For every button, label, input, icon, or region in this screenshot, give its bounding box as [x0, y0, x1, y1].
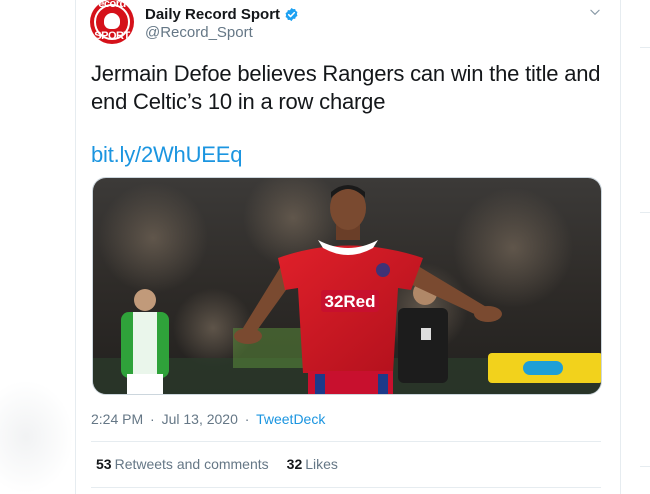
- stats-divider: [91, 487, 601, 488]
- footballer-celebrating-image: 32Red: [93, 178, 601, 394]
- tweet-link[interactable]: bit.ly/2WhUEEq: [91, 141, 242, 169]
- meta-divider: [91, 441, 601, 442]
- tweet-card: ecord SPORT Daily Record Sport @Record_S…: [76, 0, 620, 494]
- tweet-date[interactable]: Jul 13, 2020: [162, 411, 238, 427]
- chevron-down-icon[interactable]: [588, 5, 602, 19]
- verified-badge-icon: [285, 7, 298, 22]
- author-name-row[interactable]: Daily Record Sport: [145, 6, 299, 23]
- background-smudge: [0, 380, 74, 494]
- lion-crest-icon: [104, 13, 120, 29]
- sidebar-divider: [640, 466, 650, 467]
- likes-count: 32: [286, 456, 303, 472]
- meta-separator: ·: [150, 411, 155, 427]
- retweets-label: Retweets and comments: [114, 456, 269, 472]
- sidebar-divider: [640, 47, 650, 48]
- tweet-time[interactable]: 2:24 PM: [91, 411, 143, 427]
- likes-label: Likes: [305, 456, 338, 472]
- shirt-sponsor-text: 32Red: [324, 292, 375, 311]
- display-name[interactable]: Daily Record Sport: [145, 6, 280, 23]
- retweets-count: 53: [96, 456, 112, 472]
- tweet-meta: 2:24 PM · Jul 13, 2020 · TweetDeck: [91, 411, 325, 427]
- avatar[interactable]: ecord SPORT: [90, 0, 134, 44]
- sidebar-divider: [640, 212, 650, 213]
- avatar-text-top: ecord: [98, 0, 126, 10]
- account-handle[interactable]: @Record_Sport: [145, 24, 253, 41]
- meta-separator: ·: [244, 411, 250, 427]
- likes-stat[interactable]: 32 Likes: [287, 456, 338, 472]
- tweet-source-link[interactable]: TweetDeck: [256, 411, 325, 427]
- avatar-text-bottom: SPORT: [94, 30, 130, 42]
- timeline-right-border: [620, 0, 621, 494]
- tweet-photo[interactable]: 32Red: [92, 177, 602, 395]
- engagement-stats: 53 Retweets and comments 32 Likes: [96, 456, 356, 472]
- retweets-stat[interactable]: 53 Retweets and comments: [96, 456, 269, 472]
- tweet-text: Jermain Defoe believes Rangers can win t…: [91, 61, 601, 114]
